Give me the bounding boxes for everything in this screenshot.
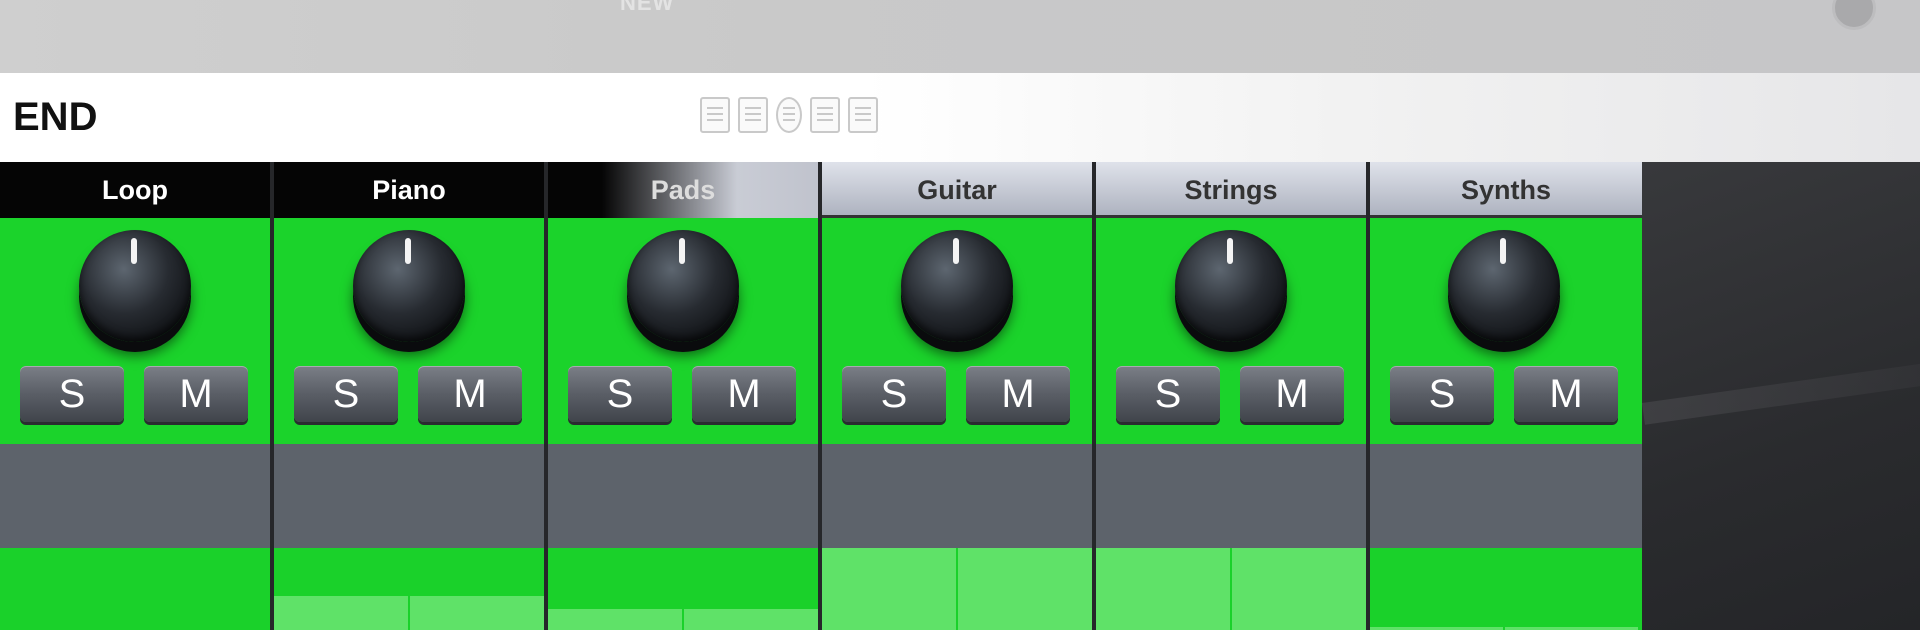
pad-area	[274, 548, 544, 630]
volume-knob[interactable]	[353, 230, 465, 342]
mixer-channel: Loop S M	[0, 162, 274, 630]
channel-gray-band	[822, 444, 1092, 548]
channel-gray-band	[0, 444, 270, 548]
top-toolbar: NEW	[0, 0, 1920, 73]
pad-area	[0, 548, 270, 630]
mixer-channel: Pads S M	[548, 162, 822, 630]
solo-button[interactable]: S	[1116, 366, 1220, 422]
header-bar: END	[0, 73, 1920, 162]
level-pad[interactable]	[684, 609, 818, 630]
solo-button[interactable]: S	[294, 366, 398, 422]
level-pad[interactable]	[548, 609, 682, 630]
pad-area	[1370, 548, 1642, 630]
level-pad[interactable]	[410, 596, 544, 630]
level-pad[interactable]	[1232, 548, 1366, 630]
document-icon	[810, 97, 840, 133]
channel-gray-band	[274, 444, 544, 548]
solo-button[interactable]: S	[1390, 366, 1494, 422]
faded-toolbar-label[interactable]: NEW	[620, 0, 674, 16]
mixer-channel: Piano S M	[274, 162, 548, 630]
faded-icon-group	[700, 97, 878, 133]
level-pad[interactable]	[1096, 548, 1230, 630]
mixer-channel: Strings S M	[1096, 162, 1370, 630]
pad-area	[1096, 548, 1366, 630]
share-icon	[848, 97, 878, 133]
solo-button[interactable]: S	[20, 366, 124, 422]
channel-title: Loop	[0, 162, 270, 218]
mute-button[interactable]: M	[692, 366, 796, 422]
volume-knob[interactable]	[79, 230, 191, 342]
mute-button[interactable]: M	[418, 366, 522, 422]
mixer-channel: Guitar S M	[822, 162, 1096, 630]
volume-knob[interactable]	[627, 230, 739, 342]
channel-title: Guitar	[822, 162, 1092, 218]
mixer-channel: Synths S M	[1370, 162, 1642, 630]
volume-knob[interactable]	[901, 230, 1013, 342]
background-panel	[1642, 162, 1920, 630]
level-pad[interactable]	[958, 548, 1092, 630]
mute-button[interactable]: M	[1514, 366, 1618, 422]
pad-area	[822, 548, 1092, 630]
e-icon	[776, 97, 802, 133]
page-title: END	[13, 95, 98, 139]
level-pad[interactable]	[822, 548, 956, 630]
channel-gray-band	[1370, 444, 1642, 548]
channel-gray-band	[548, 444, 818, 548]
solo-button[interactable]: S	[568, 366, 672, 422]
menu-circle-icon[interactable]	[1832, 0, 1876, 30]
volume-knob[interactable]	[1175, 230, 1287, 342]
mute-button[interactable]: M	[966, 366, 1070, 422]
channel-title: Strings	[1096, 162, 1366, 218]
channel-title: Piano	[274, 162, 544, 218]
document-icon	[738, 97, 768, 133]
mute-button[interactable]: M	[1240, 366, 1344, 422]
channel-title: Synths	[1370, 162, 1642, 218]
mixer: Loop S M Piano S M Pads S M Guitar S M Strings S M Synt…	[0, 162, 1642, 630]
app-window: NEW END Loop S M Piano S M Pads S M Guitar S M Strin…	[0, 0, 1920, 630]
level-pad[interactable]	[274, 596, 408, 630]
pad-area	[548, 548, 818, 630]
document-icon	[700, 97, 730, 133]
channel-title: Pads	[548, 162, 818, 218]
channel-gray-band	[1096, 444, 1366, 548]
volume-knob[interactable]	[1448, 230, 1560, 342]
mute-button[interactable]: M	[144, 366, 248, 422]
solo-button[interactable]: S	[842, 366, 946, 422]
